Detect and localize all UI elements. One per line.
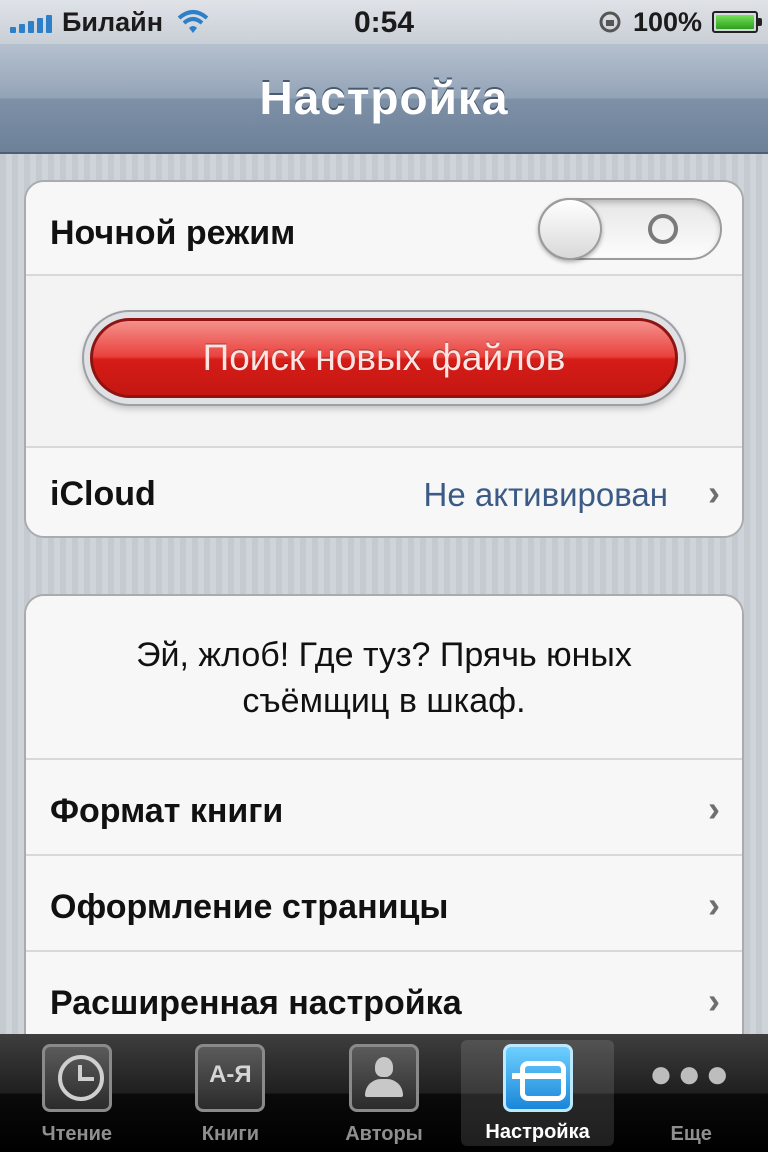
chevron-right-icon: › <box>708 884 720 925</box>
search-button-row: Поиск новых файлов <box>26 276 742 448</box>
toggle-knob <box>538 198 602 260</box>
chevron-right-icon: › <box>708 788 720 829</box>
az-icon-text: А-Я <box>209 1061 252 1088</box>
sample-line-1: Эй, жлоб! Где туз? Прячь юных <box>136 636 632 674</box>
gear-icon <box>502 1044 573 1112</box>
chevron-right-icon: › <box>708 472 720 513</box>
person-icon <box>348 1044 419 1112</box>
tab-authors[interactable]: Авторы <box>307 1034 461 1152</box>
clock-icon <box>41 1044 112 1112</box>
icloud-status: Не активирован <box>423 476 668 513</box>
toggle-off-icon <box>648 214 678 244</box>
icloud-label: iCloud <box>50 475 156 513</box>
night-mode-label: Ночной режим <box>50 214 296 252</box>
icloud-row[interactable]: iCloud Не активирован › <box>26 448 742 536</box>
font-sample-row: Эй, жлоб! Где туз? Прячь юных съёмщиц в … <box>26 596 742 760</box>
battery-icon <box>712 11 762 33</box>
rotation-lock-icon <box>599 11 621 33</box>
search-new-files-button[interactable]: Поиск новых файлов <box>90 318 678 398</box>
tab-label: Авторы <box>345 1123 423 1145</box>
tab-settings[interactable]: Настройка <box>460 1040 615 1146</box>
chevron-right-icon: › <box>708 980 720 1021</box>
settings-group-reading: Эй, жлоб! Где туз? Прячь юных съёмщиц в … <box>24 594 744 1054</box>
status-right: 100% <box>599 6 762 38</box>
night-mode-row: Ночной режим <box>26 182 742 276</box>
tab-more[interactable]: ●●● Еще <box>614 1034 768 1152</box>
tab-label: Настройка <box>485 1121 590 1143</box>
book-format-label: Формат книги <box>50 792 284 830</box>
status-bar: Билайн 0:54 100% <box>0 0 768 44</box>
page-design-row[interactable]: Оформление страницы › <box>26 856 742 952</box>
page-title: Настройка <box>259 72 509 124</box>
tab-bar: Чтение А-Я Книги Авторы Настройка ●●● Ещ… <box>0 1034 768 1152</box>
font-sample-text: Эй, жлоб! Где туз? Прячь юных съёмщиц в … <box>46 632 722 724</box>
tab-label: Чтение <box>41 1123 113 1145</box>
battery-percent: 100% <box>632 6 702 37</box>
tab-label: Книги <box>201 1123 259 1145</box>
tab-reading[interactable]: Чтение <box>0 1034 154 1152</box>
tab-label: Еще <box>670 1123 712 1145</box>
page-design-label: Оформление страницы <box>50 888 449 926</box>
book-format-row[interactable]: Формат книги › <box>26 760 742 856</box>
battery-fill <box>716 15 754 29</box>
night-mode-toggle[interactable] <box>538 198 722 260</box>
sample-line-2: съёмщиц в шкаф. <box>242 682 526 720</box>
advanced-settings-label: Расширенная настройка <box>50 984 462 1022</box>
az-books-icon: А-Я <box>195 1044 266 1112</box>
settings-group-main: Ночной режим Поиск новых файлов iCloud Н… <box>24 180 744 538</box>
navigation-bar: Настройка <box>0 44 768 154</box>
more-icon: ●●● <box>648 1052 734 1096</box>
tab-books[interactable]: А-Я Книги <box>154 1034 308 1152</box>
